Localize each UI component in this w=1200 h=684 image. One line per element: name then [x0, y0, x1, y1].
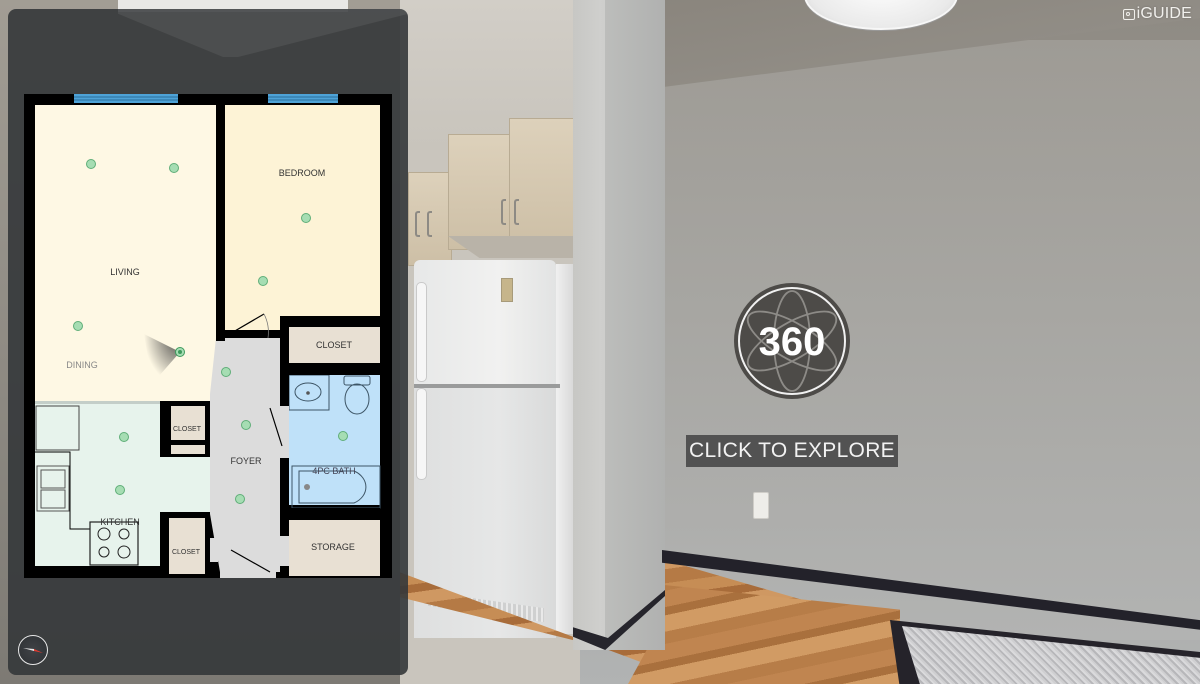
- pano-marker[interactable]: [301, 213, 311, 223]
- pano-marker[interactable]: [119, 432, 129, 442]
- label-bedroom: BEDROOM: [279, 168, 326, 178]
- cabinet-handle: [415, 211, 420, 237]
- pano-marker[interactable]: [115, 485, 125, 495]
- pano-marker-current[interactable]: [175, 347, 185, 357]
- energy-label: [501, 278, 513, 302]
- pano-marker[interactable]: [73, 321, 83, 331]
- room-foyer[interactable]: [210, 338, 280, 572]
- explore-360-badge[interactable]: 360: [733, 282, 851, 400]
- fridge-handle: [416, 282, 427, 382]
- label-closet-bedroom: CLOSET: [316, 340, 353, 350]
- label-living: LIVING: [110, 267, 140, 277]
- pano-marker[interactable]: [241, 420, 251, 430]
- cabinet-handle: [514, 199, 519, 225]
- room-living[interactable]: [35, 105, 216, 401]
- pano-marker[interactable]: [86, 159, 96, 169]
- label-storage: STORAGE: [311, 542, 355, 552]
- label-bath: 4PC BATH: [312, 466, 355, 476]
- cabinet-handle: [427, 211, 432, 237]
- label-closet-kitchen-upper: CLOSET: [173, 426, 202, 433]
- label-closet-kitchen-lower: CLOSET: [172, 549, 201, 556]
- floorplan-panel: LIVING DINING BEDROOM CLOSET CLOSET FOYE…: [8, 9, 408, 675]
- badge-text: 360: [759, 320, 826, 364]
- refrigerator: [414, 260, 574, 640]
- room-closet-kitchen-lower[interactable]: [169, 518, 205, 574]
- pano-marker[interactable]: [258, 276, 268, 286]
- stove: [89, 521, 139, 566]
- click-to-explore-button[interactable]: CLICK TO EXPLORE: [686, 435, 898, 467]
- label-kitchen: KITCHEN: [100, 517, 140, 527]
- fridge-freezer-door: [414, 260, 556, 385]
- cabinet-left: [408, 172, 452, 266]
- room-closet-kitchen-upper[interactable]: [171, 406, 205, 440]
- pano-marker[interactable]: [169, 163, 179, 173]
- fridge-side: [556, 264, 574, 634]
- brand-label: iGUIDE: [1136, 5, 1192, 22]
- floorplan-map[interactable]: LIVING DINING BEDROOM CLOSET CLOSET FOYE…: [24, 94, 394, 584]
- brand-logo[interactable]: iGUIDE: [1122, 5, 1192, 23]
- atom-orbit-icon: 360: [734, 283, 850, 399]
- panel-sheen: [118, 9, 408, 57]
- cabinet-handle: [501, 199, 506, 225]
- label-foyer: FOYER: [230, 456, 262, 466]
- label-dining: DINING: [66, 360, 98, 370]
- pano-marker[interactable]: [338, 431, 348, 441]
- wall-pillar-shade: [605, 0, 665, 650]
- camera-frame-icon: [1122, 8, 1135, 20]
- cabinet-upper-right-door: [509, 118, 577, 248]
- pano-marker[interactable]: [235, 494, 245, 504]
- fridge-seam: [414, 384, 560, 388]
- compass-icon: [23, 648, 43, 653]
- pano-marker[interactable]: [221, 367, 231, 377]
- fridge-handle: [416, 388, 427, 480]
- cabinet-upper-left-door: [448, 134, 510, 250]
- wall-outlet: [753, 492, 769, 519]
- window: [268, 94, 338, 103]
- window: [74, 94, 178, 103]
- compass-button[interactable]: [18, 635, 48, 665]
- fridge-outline: [35, 405, 80, 451]
